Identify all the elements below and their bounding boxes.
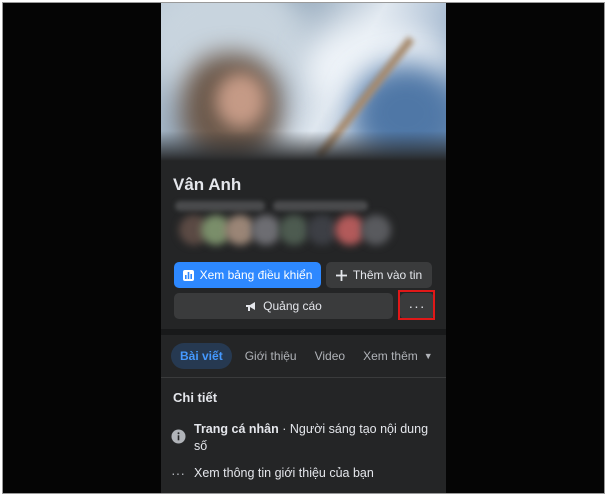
view-dashboard-label: Xem bảng điều khiển [199, 268, 313, 282]
see-intro-row[interactable]: ··· Xem thông tin giới thiệu của bạn [171, 465, 374, 481]
tab-video[interactable]: Video [306, 343, 354, 369]
blurred-friend-avatars[interactable] [179, 215, 391, 249]
tab-see-more[interactable]: Xem thêm ▼ [354, 343, 442, 369]
highlight-box [398, 290, 435, 320]
section-divider [161, 329, 446, 335]
screenshot-frame: Vân Anh Xem bảng điều khiển Thêm vào tin [2, 2, 605, 494]
tab-underline [161, 377, 446, 378]
tab-about[interactable]: Giới thiệu [236, 343, 306, 369]
plus-icon [335, 269, 347, 281]
see-intro-link[interactable]: Xem thông tin giới thiệu của bạn [194, 466, 374, 480]
profile-name: Vân Anh [173, 175, 242, 194]
tab-posts[interactable]: Bài viết [171, 343, 232, 369]
profile-type-row: Trang cá nhân · Người sáng tạo nội dung … [171, 421, 431, 455]
add-to-story-button[interactable]: Thêm vào tin [326, 262, 432, 288]
details-title: Chi tiết [173, 390, 218, 405]
tab-see-more-label: Xem thêm [363, 349, 418, 363]
info-icon [171, 429, 186, 444]
caret-down-icon: ▼ [423, 351, 433, 361]
advertise-label: Quảng cáo [263, 299, 322, 313]
blurred-profile-info [175, 201, 265, 211]
advertise-button[interactable]: Quảng cáo [174, 293, 393, 319]
profile-tabs: Bài viết Giới thiệu Video Xem thêm ▼ [171, 343, 446, 369]
cover-photo[interactable] [161, 3, 446, 161]
add-to-story-label: Thêm vào tin [352, 268, 423, 282]
profile-screen: Vân Anh Xem bảng điều khiển Thêm vào tin [161, 3, 446, 493]
profile-type-text: Trang cá nhân · Người sáng tạo nội dung … [194, 421, 431, 455]
bar-chart-icon [182, 269, 194, 281]
dots-icon: ··· [171, 465, 185, 481]
view-dashboard-button[interactable]: Xem bảng điều khiển [174, 262, 321, 288]
blurred-profile-info [273, 201, 368, 211]
profile-type-label: Trang cá nhân [194, 422, 279, 436]
megaphone-icon [245, 301, 257, 312]
